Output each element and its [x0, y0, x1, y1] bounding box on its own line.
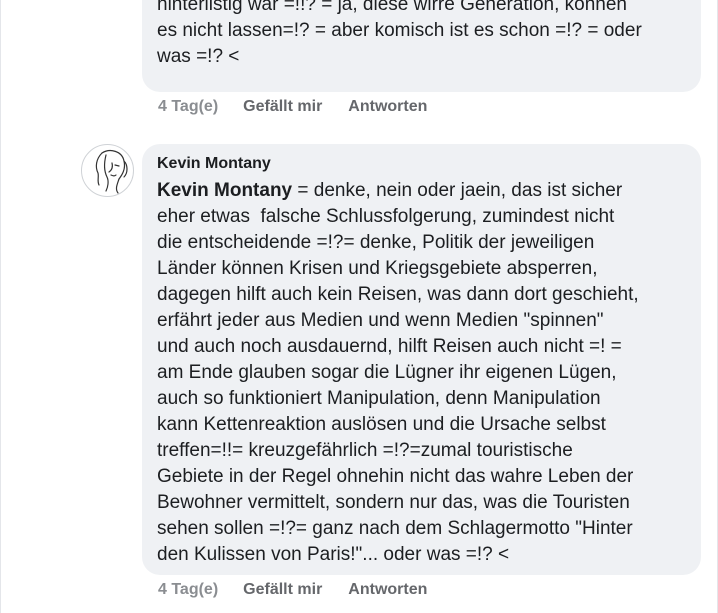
reply-button[interactable]: Antworten	[348, 581, 427, 599]
comment-text-line: die entscheidende =!?= denke, Politik de…	[157, 232, 595, 253]
comment-text-line: es nicht lassen=!? = aber komisch ist es…	[157, 20, 642, 41]
comment-text-line: Gebiete in der Regel ohnehin nicht das w…	[157, 466, 634, 487]
comment-text-line: den Kulissen von Paris!"... oder was =!?…	[157, 544, 510, 565]
comment-text-line: auch so funktioniert Manipulation, denn …	[157, 388, 601, 409]
comment-text: = denke, nein oder jaein, das ist sicher	[292, 180, 623, 201]
comment-actions: 4 Tag(e) Gefällt mir Antworten	[158, 579, 427, 601]
comment-text-line: Bewohner vermittelt, sondern nur das, wa…	[157, 492, 630, 513]
comment-author[interactable]: Kevin Montany	[157, 154, 687, 174]
comment-text-line: Kevin Montany = denke, nein oder jaein, …	[157, 178, 687, 204]
sketch-face-avatar-icon	[95, 150, 128, 194]
mention-link[interactable]: Kevin Montany	[157, 180, 292, 201]
comment-text-line: am Ende glauben sogar die Lügner ihr eig…	[157, 362, 617, 383]
reply-button[interactable]: Antworten	[348, 98, 427, 116]
comment-text-line: treffen=!!= kreuzgefährlich =!?=zumal to…	[157, 440, 573, 461]
comment-text-line: eher etwas falsche Schlussfolgerung, zum…	[157, 206, 615, 227]
comment-text-line: kann Kettenreaktion auslösen und die Urs…	[157, 414, 606, 435]
comment-bubble: Kevin Montany Kevin Montany = denke, nei…	[142, 144, 701, 575]
comment-bubble: hinterlistig war =!!? = ja, diese wirre …	[142, 0, 701, 92]
comment-thread: hinterlistig war =!!? = ja, diese wirre …	[0, 0, 718, 613]
avatar[interactable]	[81, 144, 134, 197]
comment-timestamp[interactable]: 4 Tag(e)	[158, 98, 218, 116]
comment-actions: 4 Tag(e) Gefällt mir Antworten	[158, 96, 427, 118]
comment-text-line: sehen sollen =!?= ganz nach dem Schlager…	[157, 518, 633, 539]
comment-text-line: hinterlistig war =!!? = ja, diese wirre …	[157, 0, 627, 15]
like-button[interactable]: Gefällt mir	[243, 581, 322, 599]
comment-text-line: erfährt jeder aus Medien und wenn Medien…	[157, 310, 604, 331]
comment-text-line: und auch noch ausdauernd, hilft Reisen a…	[157, 336, 622, 357]
comment-timestamp[interactable]: 4 Tag(e)	[158, 581, 218, 599]
like-button[interactable]: Gefällt mir	[243, 98, 322, 116]
comment-text-line: was =!? <	[157, 46, 240, 67]
comment-text-line: dagegen hilft auch kein Reisen, was dann…	[157, 284, 639, 305]
comment-text-line: Länder können Krisen und Kriegsgebiete a…	[157, 258, 598, 279]
